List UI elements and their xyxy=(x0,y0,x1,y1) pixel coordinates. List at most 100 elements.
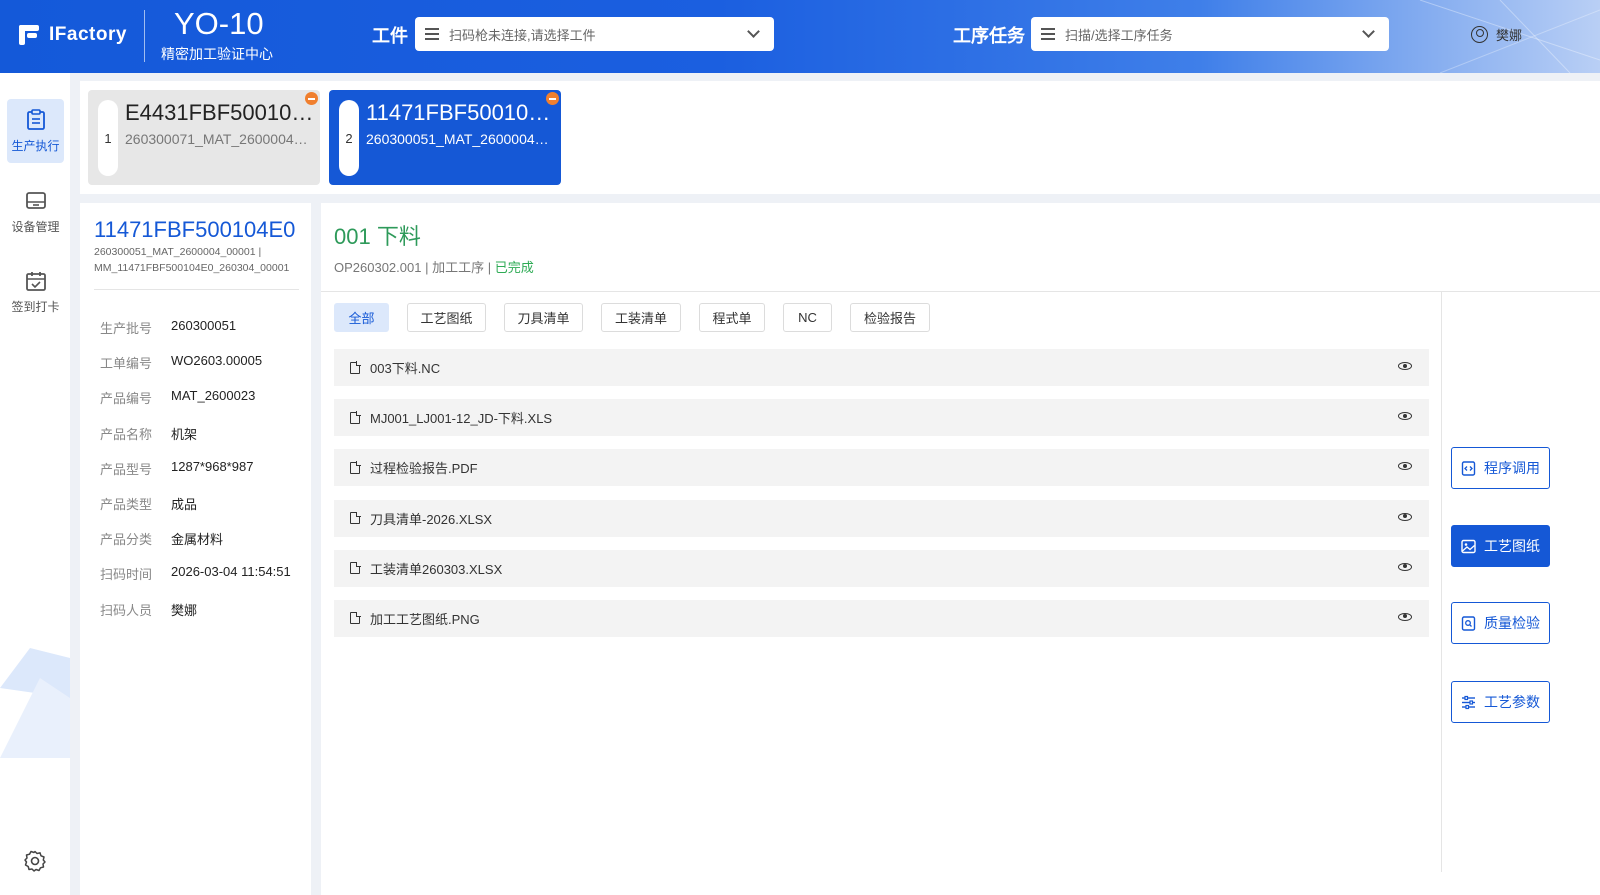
file-name: MJ001_LJ001-12_JD-下料.XLS xyxy=(370,411,553,427)
workpiece-tab[interactable]: 2 11471FBF500104E0 260300051_MAT_2600004… xyxy=(329,90,561,185)
divider xyxy=(94,289,299,290)
info-value: 2026-03-04 11:54:51 xyxy=(171,564,291,580)
filter-program-sheet[interactable]: 程式单 xyxy=(699,303,765,332)
info-value: 樊娜 xyxy=(171,602,198,618)
logo: IFactory xyxy=(17,20,127,50)
info-row: 产品编号 MAT_2600023 xyxy=(100,388,291,423)
filter-fixture-list[interactable]: 工装清单 xyxy=(601,303,681,332)
file-name: 003下料.NC xyxy=(370,361,441,376)
task-select-text: 扫描/选择工序任务 xyxy=(1065,27,1173,43)
tab-index: 1 xyxy=(98,100,118,176)
file-name: 工装清单260303.XLSX xyxy=(370,561,503,577)
operation-type: 加工工序 xyxy=(432,260,485,275)
operation-header: 001 下料 OP260302.001 | 加工工序 | 已完成 xyxy=(334,219,534,276)
workpiece-select[interactable]: 扫码枪未连接,请选择工件 xyxy=(415,17,774,51)
file-icon xyxy=(350,511,361,525)
sidebar-item-equipment[interactable]: 设备管理 xyxy=(7,180,64,244)
operation-panel: 001 下料 OP260302.001 | 加工工序 | 已完成 全部 工艺图纸… xyxy=(321,203,1600,895)
tab-subtitle: 260300071_MAT_2600004_00001 xyxy=(125,131,310,147)
info-row: 扫码时间 2026-03-04 11:54:51 xyxy=(100,564,291,599)
file-icon xyxy=(350,461,361,474)
info-row: 产品型号 1287*968*987 xyxy=(100,459,291,494)
workpiece-tabs: 1 E4431FBF500104E0 260300071_MAT_2600004… xyxy=(80,81,1600,194)
sidebar-decoration xyxy=(0,648,70,758)
operation-meta: OP260302.001 | 加工工序 | 已完成 xyxy=(334,257,534,276)
file-row[interactable]: 工装清单260303.XLSX xyxy=(334,549,1429,587)
info-list: 生产批号 260300051 工单编号 WO2603.00005 产品编号 MAT_2… xyxy=(100,318,291,635)
sidebar-item-label: 生产执行 xyxy=(11,138,60,153)
top-header: IFactory YO-10 精密加工验证中心 工件 扫码枪未连接,请选择工件 … xyxy=(0,0,1600,73)
header-divider xyxy=(144,10,145,62)
file-row[interactable]: 刀具清单-2026.XLSX xyxy=(334,499,1429,537)
info-value: 金属材料 xyxy=(171,532,224,548)
filter-process-drawing[interactable]: 工艺图纸 xyxy=(407,303,486,332)
operation-status: 已完成 xyxy=(494,260,534,275)
info-row: 产品类型 成品 xyxy=(100,494,291,529)
remove-icon[interactable] xyxy=(546,92,559,105)
task-select[interactable]: 扫描/选择工序任务 xyxy=(1031,17,1389,51)
user-menu[interactable]: 樊娜 xyxy=(1471,25,1522,44)
operation-title: 001 下料 xyxy=(334,224,421,249)
logo-icon xyxy=(19,25,39,45)
eye-icon[interactable] xyxy=(1398,462,1412,471)
file-name: 过程检验报告.PDF xyxy=(370,461,478,477)
list-icon xyxy=(1041,28,1055,40)
sidebar: 生产执行 设备管理 签到打卡 xyxy=(0,73,70,895)
info-key: 扫码时间 xyxy=(100,567,153,583)
file-row[interactable]: 过程检验报告.PDF xyxy=(334,449,1429,487)
chevron-down-icon xyxy=(1362,25,1375,38)
quality-inspection-button[interactable]: 质量检验 xyxy=(1451,602,1550,644)
remove-icon[interactable] xyxy=(305,92,318,105)
user-name: 樊娜 xyxy=(1496,28,1523,43)
file-row[interactable]: 加工工艺图纸.PNG xyxy=(334,599,1429,637)
file-row[interactable]: 003下料.NC xyxy=(334,349,1429,386)
info-key: 产品型号 xyxy=(100,461,153,477)
filter-inspection-report[interactable]: 检验报告 xyxy=(850,303,930,332)
chevron-down-icon xyxy=(747,25,760,38)
eye-icon[interactable] xyxy=(1398,362,1412,370)
info-row: 工单编号 WO2603.00005 xyxy=(100,353,291,388)
sidebar-item-checkin[interactable]: 签到打卡 xyxy=(7,260,64,324)
file-icon xyxy=(350,361,361,374)
info-value: WO2603.00005 xyxy=(171,353,263,369)
info-key: 扫码人员 xyxy=(100,602,153,618)
eye-icon[interactable] xyxy=(1398,512,1412,521)
filter-tool-list[interactable]: 刀具清单 xyxy=(504,303,583,332)
operation-code: OP260302.001 xyxy=(334,260,422,275)
tab-index: 2 xyxy=(339,100,359,176)
eye-icon[interactable] xyxy=(1398,612,1412,621)
info-key: 生产批号 xyxy=(100,321,153,336)
workpiece-tab[interactable]: 1 E4431FBF500104E0 260300071_MAT_2600004… xyxy=(88,90,320,185)
station-name: 精密加工验证中心 xyxy=(161,46,273,62)
side-button-label: 质量检验 xyxy=(1484,615,1540,631)
file-name: 加工工艺图纸.PNG xyxy=(370,611,480,627)
info-key: 产品名称 xyxy=(100,426,153,442)
filter-nc[interactable]: NC xyxy=(783,303,832,332)
info-value: 1287*968*987 xyxy=(171,458,254,474)
meta-separator: | xyxy=(487,260,495,275)
info-row: 扫码人员 樊娜 xyxy=(100,600,291,635)
sidebar-item-production[interactable]: 生产执行 xyxy=(7,99,64,163)
process-drawing-button[interactable]: 工艺图纸 xyxy=(1451,525,1550,567)
process-params-button[interactable]: 工艺参数 xyxy=(1451,681,1550,723)
eye-icon[interactable] xyxy=(1398,412,1412,421)
info-key: 工单编号 xyxy=(100,356,153,372)
eye-icon[interactable] xyxy=(1398,562,1412,571)
list-icon xyxy=(425,28,439,40)
logo-text: IFactory xyxy=(49,24,127,45)
station-code: YO-10 xyxy=(174,6,264,41)
file-icon xyxy=(350,561,361,575)
program-call-button[interactable]: 程序调用 xyxy=(1451,447,1550,489)
clipboard-icon xyxy=(26,108,45,130)
info-key: 产品编号 xyxy=(100,391,153,407)
file-name: 刀具清单-2026.XLSX xyxy=(370,511,493,527)
info-key: 产品分类 xyxy=(100,532,153,548)
filter-all[interactable]: 全部 xyxy=(334,303,389,332)
gear-icon[interactable] xyxy=(23,849,47,873)
file-row[interactable]: MJ001_LJ001-12_JD-下料.XLS xyxy=(334,399,1429,437)
info-value: MAT_2600023 xyxy=(171,388,256,404)
info-value: 成品 xyxy=(171,496,198,512)
workpiece-info-panel: 11471FBF500104E0 260300051_MAT_2600004_0… xyxy=(80,203,311,895)
divider xyxy=(1441,292,1442,872)
divider xyxy=(321,291,1600,292)
